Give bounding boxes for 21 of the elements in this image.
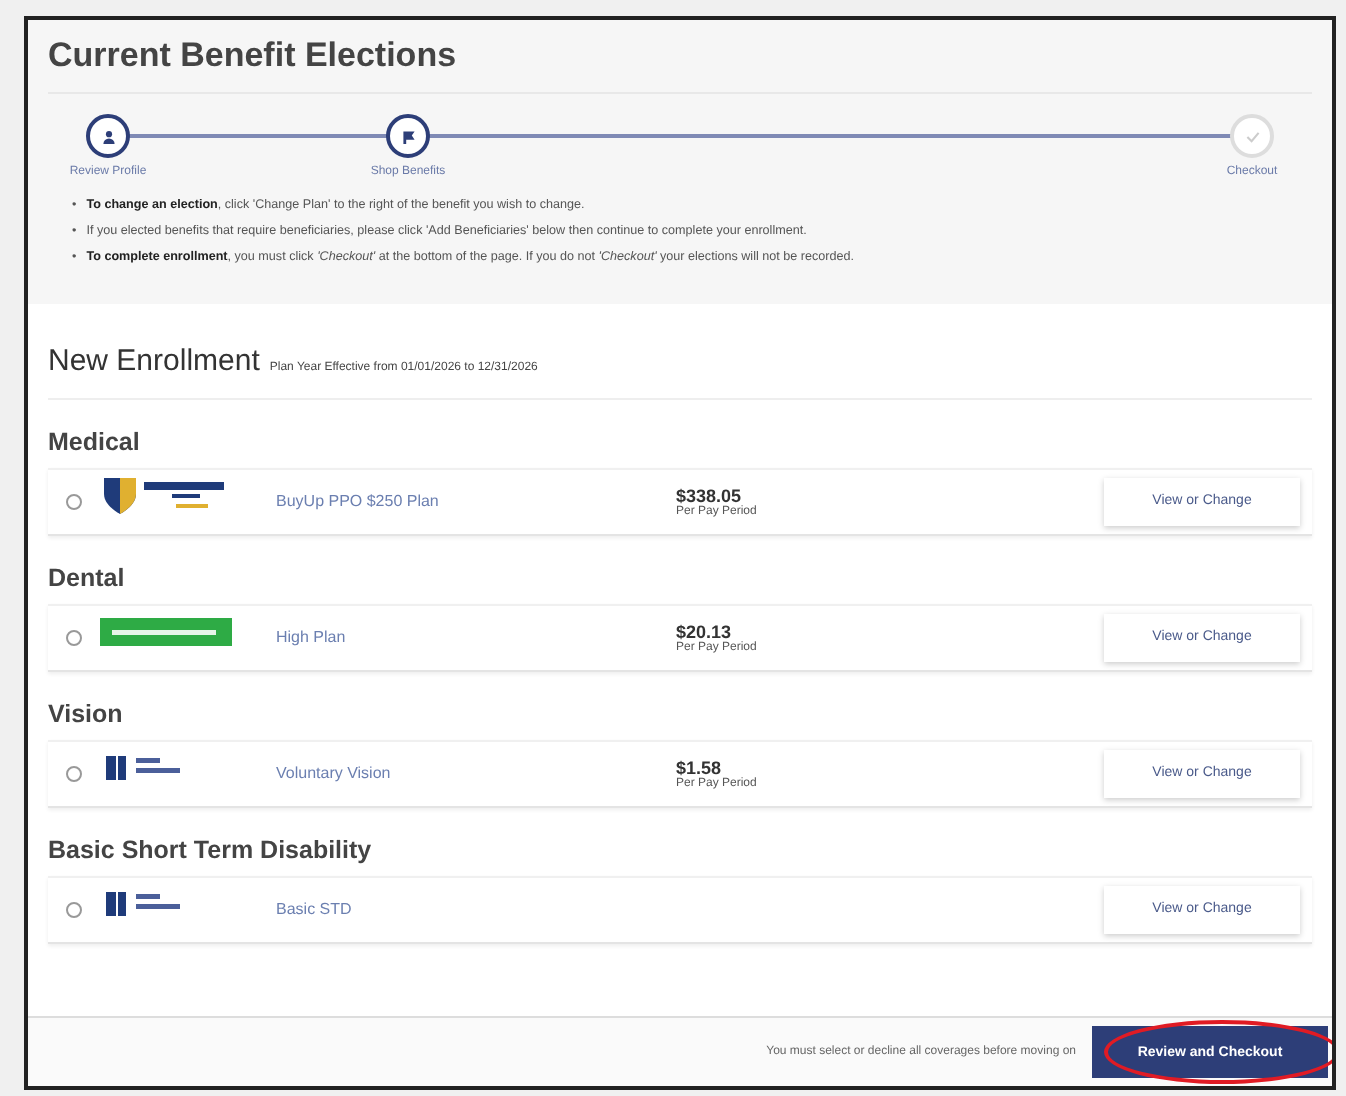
plan-name: Basic STD [276,900,354,919]
plan-name: BuyUp PPO $250 Plan [276,492,441,511]
circle-icon [66,629,82,646]
circle-icon [66,765,82,782]
flag-icon [401,129,415,143]
plan-name: High Plan [276,628,348,647]
circle-icon [66,901,82,918]
plan-price: $338.05 [676,485,742,506]
badge-logo [100,618,232,647]
section-title: New Enrollment [48,343,260,378]
benefit-heading: Basic Short Term Disability [48,833,374,868]
plan-price: $1.58 [676,757,723,778]
benefit-heading: Medical [48,425,142,460]
page-title: Current Benefit Elections [48,32,1312,94]
person-icon [101,129,115,143]
benefit-heading: Vision [48,697,125,732]
benefit-heading: Dental [48,561,127,596]
circle-icon [66,493,82,510]
check-icon [1245,129,1259,143]
plan-price: $20.13 [676,621,732,642]
plan-name: Voluntary Vision [276,764,393,783]
